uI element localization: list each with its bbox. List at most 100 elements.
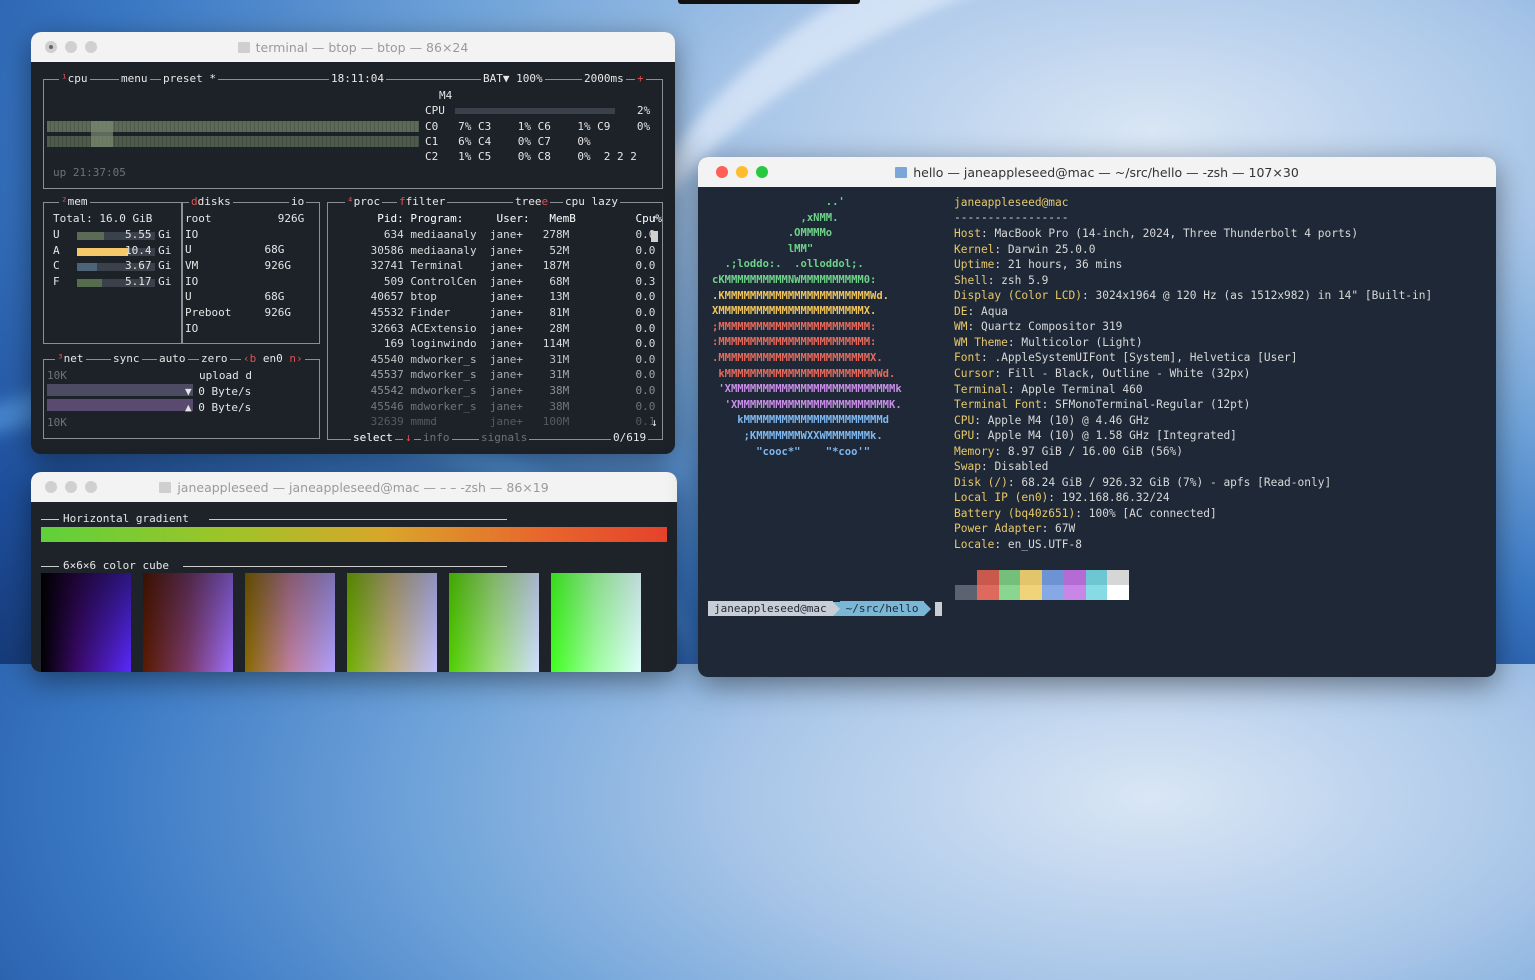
hello-titlebar[interactable]: hello — janeappleseed@mac — ~/src/hello … bbox=[698, 157, 1496, 187]
info-button[interactable]: info bbox=[421, 431, 452, 444]
cpu-box bbox=[43, 79, 663, 189]
process-row[interactable]: 40657 btop jane+ 13M 0.0 bbox=[364, 290, 656, 303]
palette-swatch-normal bbox=[955, 570, 977, 585]
terminal-document-icon bbox=[159, 482, 172, 493]
mem-title[interactable]: mem bbox=[68, 195, 88, 208]
color-test-terminal-window[interactable]: janeappleseed — janeappleseed@mac — – – … bbox=[31, 472, 677, 672]
menu-tab[interactable]: menu bbox=[119, 72, 150, 85]
color-cube-block bbox=[143, 573, 233, 672]
mem-bar-fill bbox=[77, 247, 128, 256]
scroll-up-icon[interactable]: ↑ bbox=[651, 212, 658, 225]
mem-row-key: U bbox=[53, 228, 60, 241]
process-row[interactable]: 169 loginwindo jane+ 114M 0.0 bbox=[364, 337, 656, 350]
grad-titlebar[interactable]: janeappleseed — janeappleseed@mac — – – … bbox=[31, 472, 677, 502]
text-cursor[interactable] bbox=[935, 601, 943, 616]
info-value: en_US.UTF-8 bbox=[1007, 538, 1082, 551]
tree-toggle[interactable]: tree bbox=[515, 195, 542, 208]
core-row: C0 7% C3 1% C6 1% C9 0% bbox=[425, 120, 651, 133]
download-rate: ▼ 0 Byte/s bbox=[185, 385, 252, 398]
system-info-row: Terminal: Apple Terminal 460 bbox=[954, 383, 1143, 396]
palette-swatch bbox=[998, 570, 1021, 600]
apple-logo-line: .KMMMMMMMMMMMMMMMMMMMMMMMWd. bbox=[712, 289, 890, 302]
filter-button[interactable]: filter bbox=[406, 195, 446, 208]
mem-row-key: C bbox=[53, 259, 60, 272]
palette-swatch bbox=[1042, 570, 1064, 600]
net-title[interactable]: net bbox=[64, 352, 84, 365]
info-key: Shell bbox=[954, 273, 988, 287]
process-row[interactable]: 509 ControlCen jane+ 68M 0.3 bbox=[364, 275, 656, 288]
proc-title[interactable]: proc bbox=[354, 195, 381, 208]
info-value: Aqua bbox=[980, 304, 1008, 318]
scroll-down-icon[interactable]: ↓ bbox=[651, 416, 658, 429]
mem-rows: U 5.55 Gi A 10.4 Gi C 3.67 Gi F 5.17 Gi bbox=[53, 228, 171, 290]
apple-logo-line: 'XMMMMMMMMMMMMMMMMMMMMMMMMK. bbox=[712, 398, 902, 411]
process-row[interactable]: 32663 ACExtensio jane+ 28M 0.0 bbox=[364, 322, 656, 335]
auto-toggle[interactable]: auto bbox=[157, 352, 188, 365]
apple-logo-line: lMM" bbox=[712, 242, 814, 255]
info-separator: : bbox=[980, 351, 995, 365]
mem-row: A 10.4 Gi bbox=[53, 244, 171, 260]
info-key: DE bbox=[954, 304, 968, 318]
process-row[interactable]: 45542 mdworker_s jane+ 38M 0.0 bbox=[364, 384, 656, 397]
net-interface[interactable]: en0 bbox=[263, 352, 283, 365]
core-row: C1 6% C4 0% C7 0% bbox=[425, 135, 591, 148]
cpu-tab[interactable]: cpu bbox=[68, 72, 88, 85]
apple-logo-line: ,xNMM. bbox=[712, 211, 839, 224]
process-row[interactable]: 32639 mmmd jane+ 100M 0.1 bbox=[364, 415, 656, 428]
process-row[interactable]: 634 mediaanaly jane+ 278M 0.0 bbox=[364, 228, 656, 241]
terminal-document-icon bbox=[237, 42, 250, 53]
system-info-row: Shell: zsh 5.9 bbox=[954, 274, 1048, 287]
info-separator: : bbox=[974, 413, 988, 427]
mem-bar-fill bbox=[77, 278, 102, 287]
select-button[interactable]: select bbox=[351, 431, 395, 444]
mem-row-value: 5.55 Gi bbox=[125, 228, 172, 241]
apple-logo-line: :MMMMMMMMMMMMMMMMMMMMMMMM: bbox=[712, 336, 877, 349]
info-value: 68.24 GiB / 926.32 GiB (7%) - apfs [Read… bbox=[1021, 475, 1332, 489]
io-toggle[interactable]: io bbox=[289, 195, 307, 208]
refresh-rate[interactable]: 2000ms bbox=[582, 72, 626, 85]
process-row[interactable]: 32741 Terminal jane+ 187M 0.0 bbox=[364, 259, 656, 272]
info-key: Cursor bbox=[954, 366, 995, 380]
hello-terminal-window[interactable]: hello — janeappleseed@mac — ~/src/hello … bbox=[698, 157, 1496, 677]
scrollbar-thumb[interactable] bbox=[651, 231, 658, 242]
info-value: SFMonoTerminal-Regular (12pt) bbox=[1055, 398, 1251, 412]
sort-cpu-lazy[interactable]: cpu lazy bbox=[563, 195, 620, 208]
info-key: Swap bbox=[954, 460, 981, 474]
btop-terminal-window[interactable]: terminal — btop — btop — 86×24 ¹cpu menu… bbox=[31, 32, 675, 454]
zero-toggle[interactable]: zero bbox=[199, 352, 230, 365]
disk-row: IO bbox=[185, 227, 199, 241]
process-row[interactable]: 45532 Finder jane+ 81M 0.0 bbox=[364, 306, 656, 319]
process-row[interactable]: 45546 mdworker_s jane+ 38M 0.0 bbox=[364, 400, 656, 413]
info-key: Kernel bbox=[954, 242, 995, 256]
palette-swatch-normal bbox=[1063, 570, 1086, 585]
info-key: GPU bbox=[954, 429, 975, 443]
process-row[interactable]: 45537 mdworker_s jane+ 31M 0.0 bbox=[364, 368, 656, 381]
info-key: Local IP (en0) bbox=[954, 491, 1049, 505]
preset-mark: * bbox=[209, 72, 216, 85]
process-row[interactable]: 30586 mediaanaly jane+ 52M 0.0 bbox=[364, 244, 656, 257]
sync-toggle[interactable]: sync bbox=[111, 352, 142, 365]
mem-total: Total: 16.0 GiB bbox=[53, 212, 153, 225]
info-value: 3024x1964 @ 120 Hz (as 1512x982) in 14" … bbox=[1095, 289, 1433, 303]
signals-button[interactable]: signals bbox=[479, 431, 530, 444]
hello-window-title: hello — janeappleseed@mac — ~/src/hello … bbox=[913, 165, 1299, 180]
user-host: janeappleseed@mac bbox=[954, 196, 1069, 209]
preset-tab[interactable]: preset bbox=[163, 72, 203, 85]
prompt-user: janeappleseed@mac bbox=[708, 601, 833, 616]
disks-title[interactable]: disks bbox=[198, 195, 231, 208]
system-info-row: Swap: Disabled bbox=[954, 460, 1048, 473]
refresh-plus[interactable]: + bbox=[635, 72, 646, 85]
mem-row: U 5.55 Gi bbox=[53, 228, 171, 244]
shell-prompt[interactable]: janeappleseed@mac ~/src/hello bbox=[708, 601, 943, 616]
mem-bar-fill bbox=[77, 263, 97, 271]
info-separator: : bbox=[994, 242, 1008, 256]
proc-header: Pid: Program: User: MemB Cpu% bbox=[364, 212, 663, 225]
palette-swatch bbox=[1063, 570, 1086, 600]
process-row[interactable]: 45540 mdworker_s jane+ 31M 0.0 bbox=[364, 353, 656, 366]
btop-titlebar[interactable]: terminal — btop — btop — 86×24 bbox=[31, 32, 675, 62]
system-info-row: WM: Quartz Compositor 319 bbox=[954, 320, 1122, 333]
system-info-row: Kernel: Darwin 25.0.0 bbox=[954, 243, 1095, 256]
info-value: 21 hours, 36 mins bbox=[1007, 258, 1123, 272]
info-value: Fill - Black, Outline - White (32px) bbox=[1007, 366, 1251, 380]
apple-logo-line: ..' bbox=[712, 196, 845, 208]
